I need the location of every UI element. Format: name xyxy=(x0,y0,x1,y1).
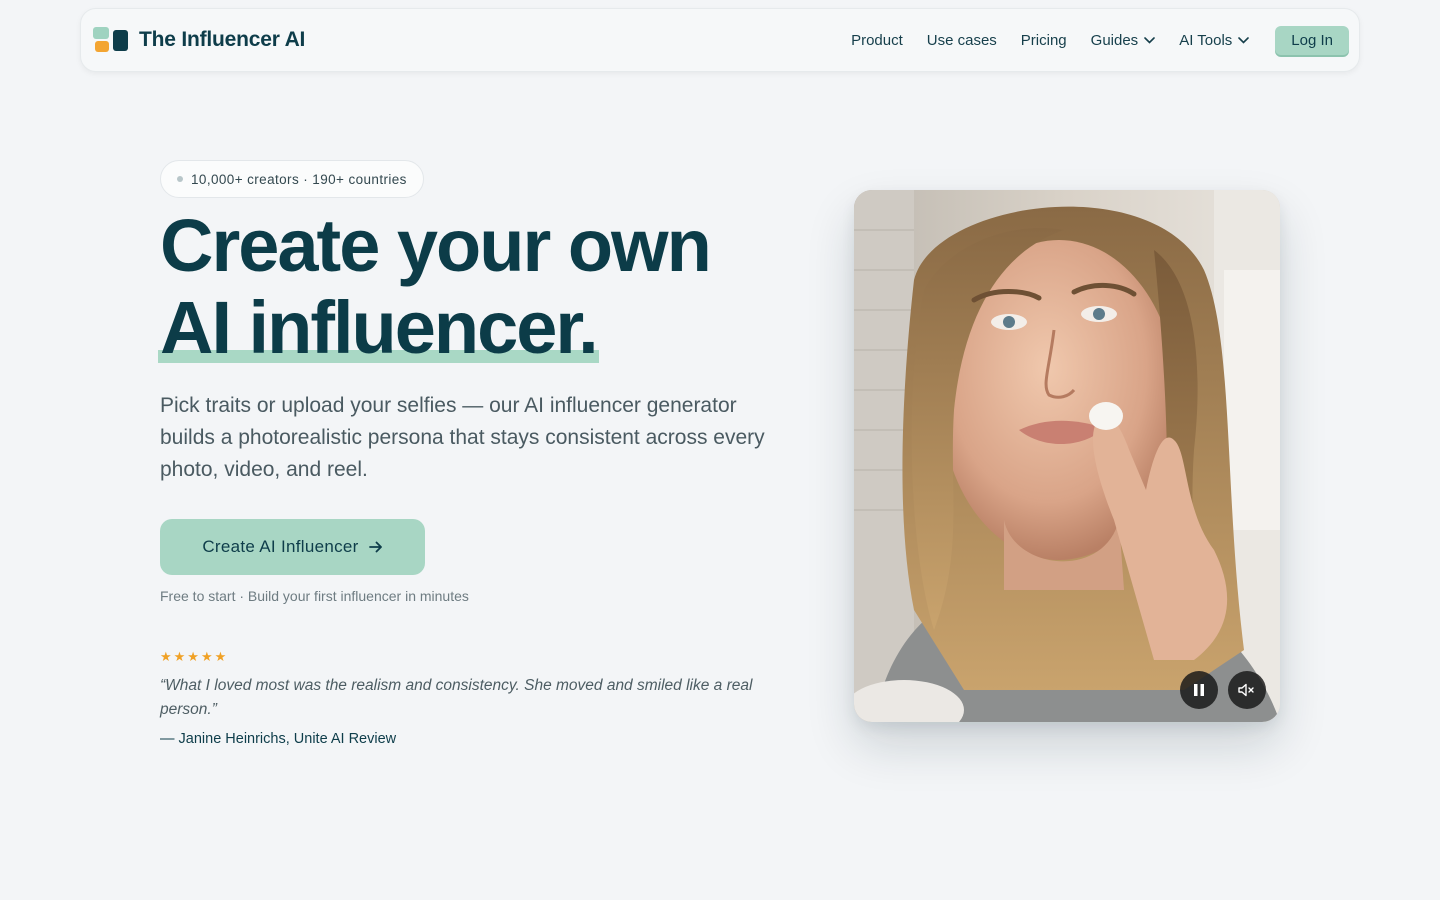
nav-link-ai-tools[interactable]: AI Tools xyxy=(1179,31,1250,49)
badge-text: 10,000+ creators · 190+ countries xyxy=(191,171,407,187)
rating-stars-icon: ★★★★★ xyxy=(160,649,229,664)
create-ai-influencer-button[interactable]: Create AI Influencer xyxy=(160,519,425,575)
brand-name: The Influencer AI xyxy=(139,28,306,51)
pause-button[interactable] xyxy=(1180,671,1218,709)
mute-button[interactable] xyxy=(1228,671,1266,709)
cta-label: Create AI Influencer xyxy=(202,537,359,556)
hero-description: Pick traits or upload your selfies — our… xyxy=(160,394,765,481)
hero-title-line1: Create your own xyxy=(160,204,712,287)
mute-icon xyxy=(1238,683,1254,697)
arrow-right-icon xyxy=(368,541,382,553)
hero-title-line2-text: AI influencer. xyxy=(160,286,599,369)
nav-link-pricing[interactable]: Pricing xyxy=(1021,32,1067,49)
chevron-down-icon xyxy=(1144,36,1155,44)
pause-icon xyxy=(1194,684,1204,696)
chevron-down-icon xyxy=(1238,36,1250,44)
nav-link-label: Pricing xyxy=(1020,31,1067,49)
hero-video[interactable] xyxy=(854,190,1280,722)
top-navbar: The Influencer AI Product Use cases Pric… xyxy=(80,8,1360,72)
video-frame-image xyxy=(854,190,1280,722)
social-proof-badge: 10,000+ creators · 190+ countries xyxy=(160,160,424,198)
hero-title: Create your own AI influencer. xyxy=(158,204,712,369)
badge-dot-icon xyxy=(177,176,183,182)
nav-link-label: Product xyxy=(851,31,903,49)
nav-link-label: Guides xyxy=(1090,31,1139,49)
nav-link-use-cases[interactable]: Use cases xyxy=(927,32,997,49)
nav-link-label: AI Tools xyxy=(1179,31,1233,49)
brand-logo[interactable]: The Influencer AI xyxy=(93,27,305,53)
cta-subnote: Free to start · Build your first influen… xyxy=(160,588,469,604)
testimonial-author: — Janine Heinrichs, Unite AI Review xyxy=(160,731,397,747)
hero-title-line2: AI influencer. xyxy=(158,286,599,369)
login-button[interactable]: Log In xyxy=(1275,25,1349,55)
nav-links: Product Use cases Pricing Guides AI Tool… xyxy=(851,25,1349,55)
logo-mark-icon xyxy=(93,27,129,53)
nav-link-product[interactable]: Product xyxy=(851,32,903,49)
testimonial-quote: “What I loved most was the realism and c… xyxy=(160,677,753,718)
nav-link-label: Use cases xyxy=(926,31,997,49)
nav-link-guides[interactable]: Guides xyxy=(1091,32,1156,49)
